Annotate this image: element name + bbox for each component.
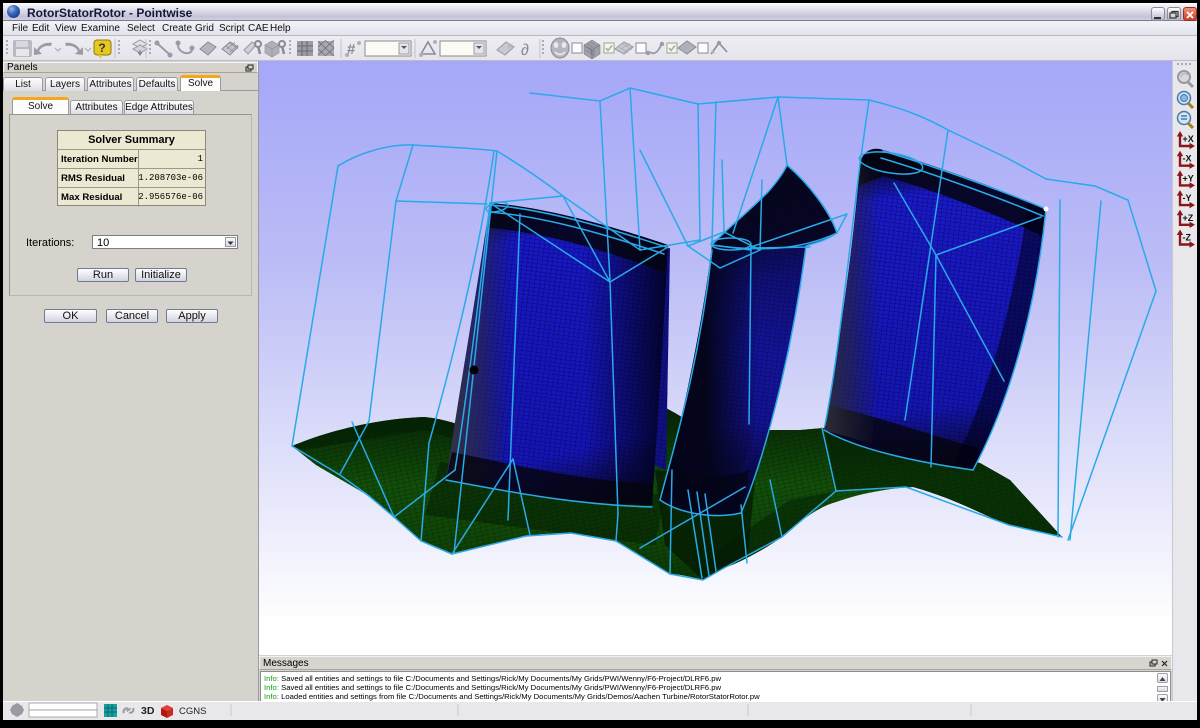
svg-text:CGNS: CGNS	[179, 706, 206, 717]
svg-text:+Z: +Z	[1183, 213, 1194, 223]
svg-text:+Y: +Y	[1183, 173, 1194, 183]
svg-text:+X: +X	[1183, 134, 1194, 144]
svg-text:-Y: -Y	[1183, 193, 1192, 203]
svg-text:3D: 3D	[141, 705, 155, 717]
svg-text:?: ?	[98, 41, 105, 55]
svg-text:-X: -X	[1183, 154, 1192, 164]
svg-text:∂: ∂	[521, 42, 529, 59]
svg-text:-Z: -Z	[1183, 233, 1192, 243]
